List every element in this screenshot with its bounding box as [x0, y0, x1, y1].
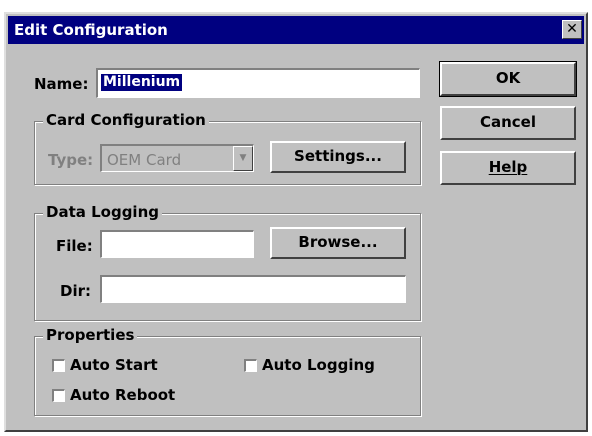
checkbox-icon[interactable]	[244, 358, 257, 372]
auto-start-label: Auto Start	[70, 356, 158, 374]
auto-start-checkbox[interactable]: Auto Start	[52, 356, 158, 374]
auto-logging-checkbox[interactable]: Auto Logging	[244, 356, 375, 374]
checkbox-icon[interactable]	[52, 388, 65, 402]
name-label: Name:	[34, 75, 89, 93]
browse-button[interactable]: Browse...	[270, 227, 406, 259]
checkbox-icon[interactable]	[52, 358, 65, 372]
type-select[interactable]: OEM Card ▼	[100, 144, 254, 172]
help-button[interactable]: Help	[440, 151, 576, 185]
close-icon: ✕	[566, 21, 578, 37]
dialog-title: Edit Configuration	[14, 21, 168, 39]
dir-input[interactable]	[100, 275, 406, 303]
ok-button[interactable]: OK	[439, 61, 577, 97]
properties-group: Properties	[34, 326, 421, 416]
card-configuration-title: Card Configuration	[43, 111, 209, 129]
cancel-button-label: Cancel	[479, 113, 536, 131]
browse-button-label: Browse...	[298, 233, 378, 251]
data-logging-title: Data Logging	[43, 203, 162, 221]
settings-button-label: Settings...	[294, 147, 382, 165]
type-label: Type:	[48, 151, 94, 169]
auto-reboot-checkbox[interactable]: Auto Reboot	[52, 386, 175, 404]
edit-configuration-dialog: Edit Configuration ✕ Name: Millenium Car…	[4, 12, 588, 432]
cancel-button[interactable]: Cancel	[440, 106, 576, 140]
help-button-label: Help	[488, 158, 528, 176]
file-input[interactable]	[100, 230, 254, 258]
auto-reboot-label: Auto Reboot	[70, 386, 176, 404]
type-value: OEM Card	[107, 151, 182, 169]
dir-label: Dir:	[60, 282, 91, 300]
chevron-down-icon[interactable]: ▼	[233, 146, 253, 171]
close-button[interactable]: ✕	[562, 20, 582, 39]
name-value: Millenium	[101, 74, 183, 91]
ok-button-label: OK	[495, 69, 521, 87]
properties-title: Properties	[43, 326, 138, 344]
auto-logging-label: Auto Logging	[262, 356, 375, 374]
settings-button[interactable]: Settings...	[270, 141, 406, 173]
file-label: File:	[56, 237, 93, 255]
name-input[interactable]: Millenium	[96, 68, 420, 98]
title-bar: Edit Configuration ✕	[8, 16, 584, 44]
